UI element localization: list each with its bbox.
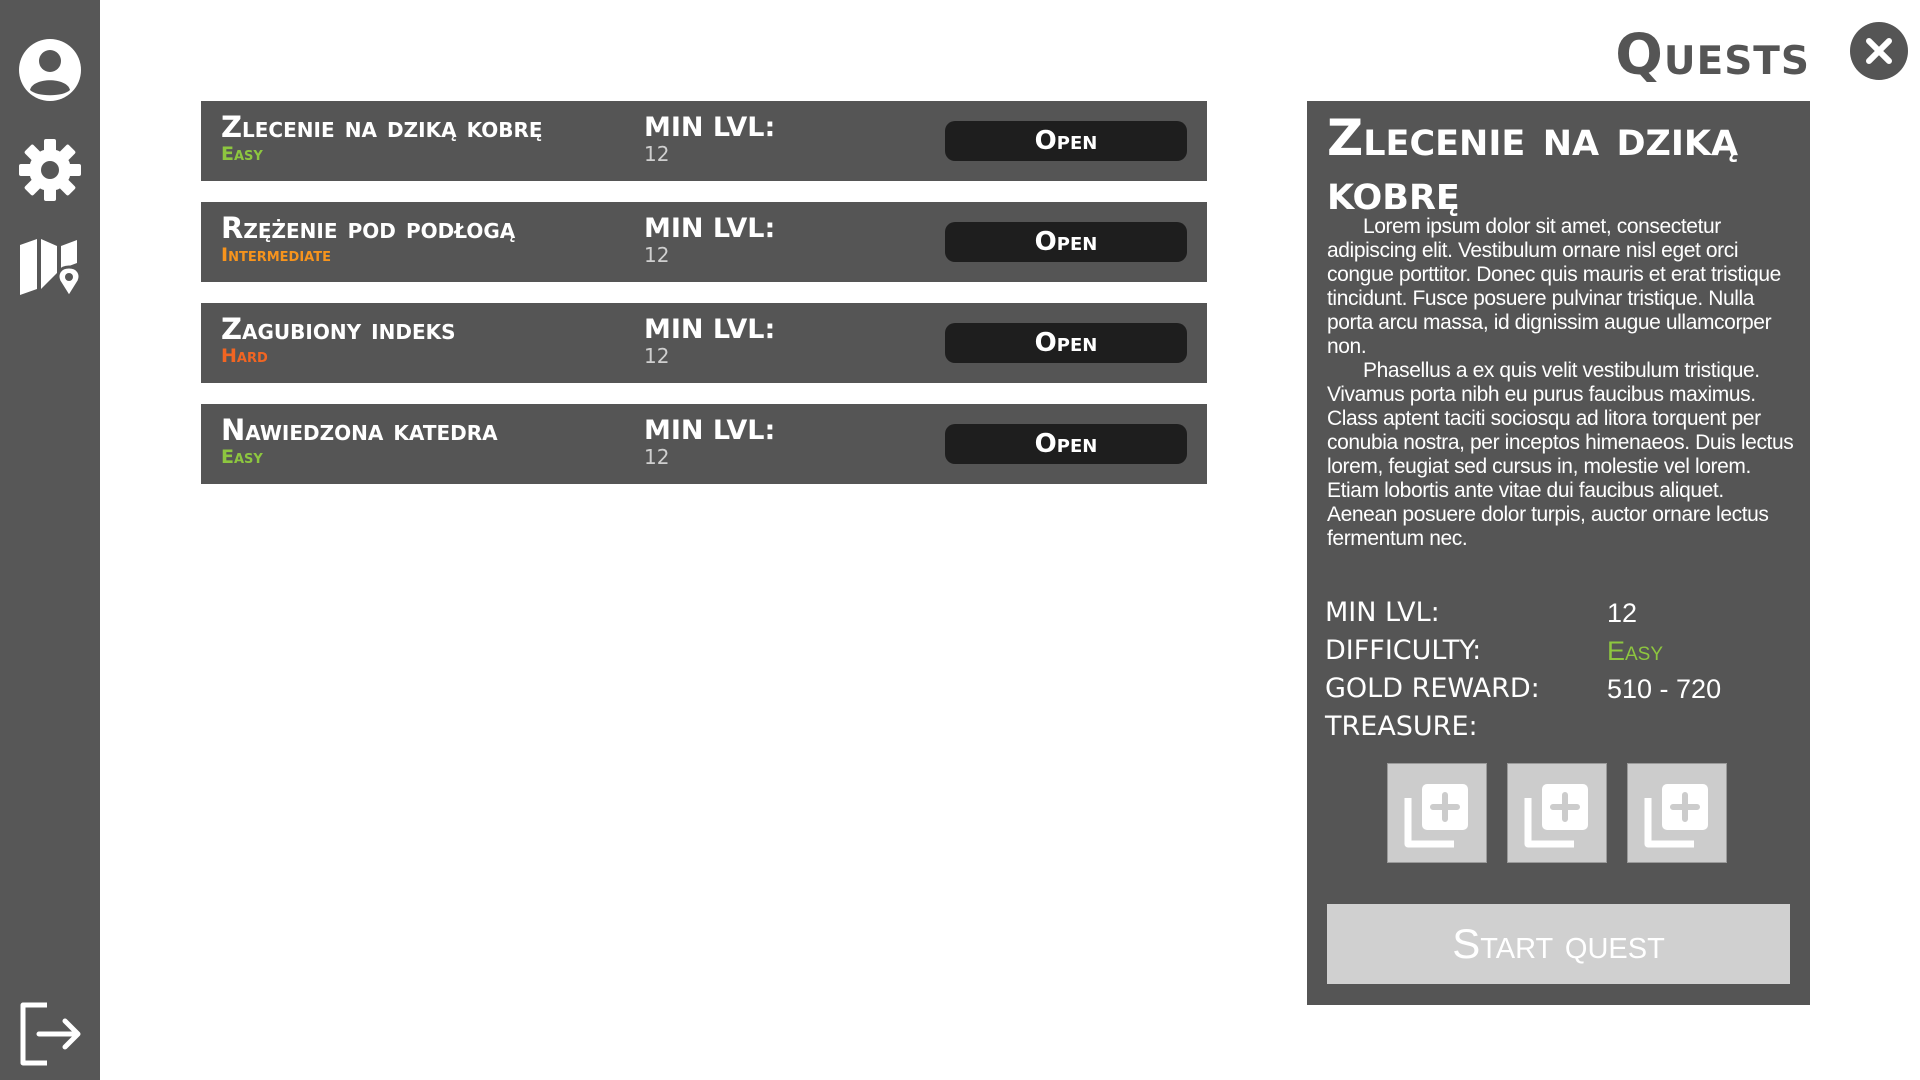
quest-name: Nawiedzona katedra — [221, 413, 498, 447]
min-lvl-value: 12 — [644, 344, 670, 368]
add-item-icon — [1404, 784, 1468, 848]
min-lvl-value: 12 — [644, 243, 670, 267]
user-icon[interactable] — [15, 35, 85, 105]
difficulty-label: DIFFICULTY: — [1325, 635, 1482, 666]
quest-row[interactable]: Rzężenie pod podłogą Intermediate MIN LV… — [201, 202, 1207, 282]
gold-reward-value: 510 - 720 — [1607, 674, 1722, 704]
quest-row[interactable]: Zlecenie na dziką kobrę Easy MIN LVL: 12… — [201, 101, 1207, 181]
treasure-slot[interactable] — [1627, 763, 1727, 863]
sidebar — [0, 0, 100, 1080]
treasure-slot[interactable] — [1387, 763, 1487, 863]
description-paragraph: Phasellus a ex quis velit vestibulum tri… — [1327, 359, 1794, 550]
treasure-slot[interactable] — [1507, 763, 1607, 863]
detail-description: Lorem ipsum dolor sit amet, consectetur … — [1327, 215, 1795, 551]
gear-icon[interactable] — [15, 135, 85, 205]
quest-detail-panel: Zlecenie na dziką kobrę Lorem ipsum dolo… — [1307, 101, 1810, 1005]
add-item-icon — [1644, 784, 1708, 848]
quest-row[interactable]: Nawiedzona katedra Easy MIN LVL: 12 Open — [201, 404, 1207, 484]
close-icon — [1866, 38, 1892, 64]
quest-name: Zlecenie na dziką kobrę — [221, 110, 543, 144]
treasure-label: TREASURE: — [1325, 711, 1478, 742]
map-pin-icon[interactable] — [15, 233, 85, 303]
quest-list: Zlecenie na dziką kobrę Easy MIN LVL: 12… — [201, 101, 1207, 505]
min-lvl-value: 12 — [644, 445, 670, 469]
close-button[interactable] — [1850, 22, 1908, 80]
min-lvl-label: MIN LVL: — [644, 213, 776, 244]
min-lvl-value: 12 — [644, 142, 670, 166]
detail-title: Zlecenie na dziką kobrę — [1327, 109, 1739, 221]
open-quest-button[interactable]: Open — [945, 323, 1187, 363]
quest-difficulty: Easy — [221, 143, 263, 165]
quest-difficulty: Easy — [221, 446, 263, 468]
difficulty-value: Easy — [1607, 636, 1664, 666]
logout-icon[interactable] — [15, 999, 85, 1069]
gold-reward-label: GOLD REWARD: — [1325, 673, 1540, 704]
quest-difficulty: Intermediate — [221, 244, 331, 266]
page-title: Quests — [1615, 23, 1810, 88]
quest-name: Rzężenie pod podłogą — [221, 211, 516, 245]
min-lvl-label: MIN LVL: — [644, 314, 776, 345]
quest-name: Zagubiony indeks — [221, 312, 456, 346]
open-quest-button[interactable]: Open — [945, 222, 1187, 262]
start-quest-button[interactable]: Start quest — [1327, 904, 1790, 984]
open-quest-button[interactable]: Open — [945, 121, 1187, 161]
min-lvl-label: MIN LVL: — [1325, 597, 1440, 628]
quest-difficulty: Hard — [221, 345, 268, 367]
description-paragraph: Lorem ipsum dolor sit amet, consectetur … — [1327, 215, 1781, 358]
min-lvl-label: MIN LVL: — [644, 112, 776, 143]
min-lvl-value: 12 — [1607, 598, 1638, 628]
add-item-icon — [1524, 784, 1588, 848]
quest-row[interactable]: Zagubiony indeks Hard MIN LVL: 12 Open — [201, 303, 1207, 383]
open-quest-button[interactable]: Open — [945, 424, 1187, 464]
min-lvl-label: MIN LVL: — [644, 415, 776, 446]
